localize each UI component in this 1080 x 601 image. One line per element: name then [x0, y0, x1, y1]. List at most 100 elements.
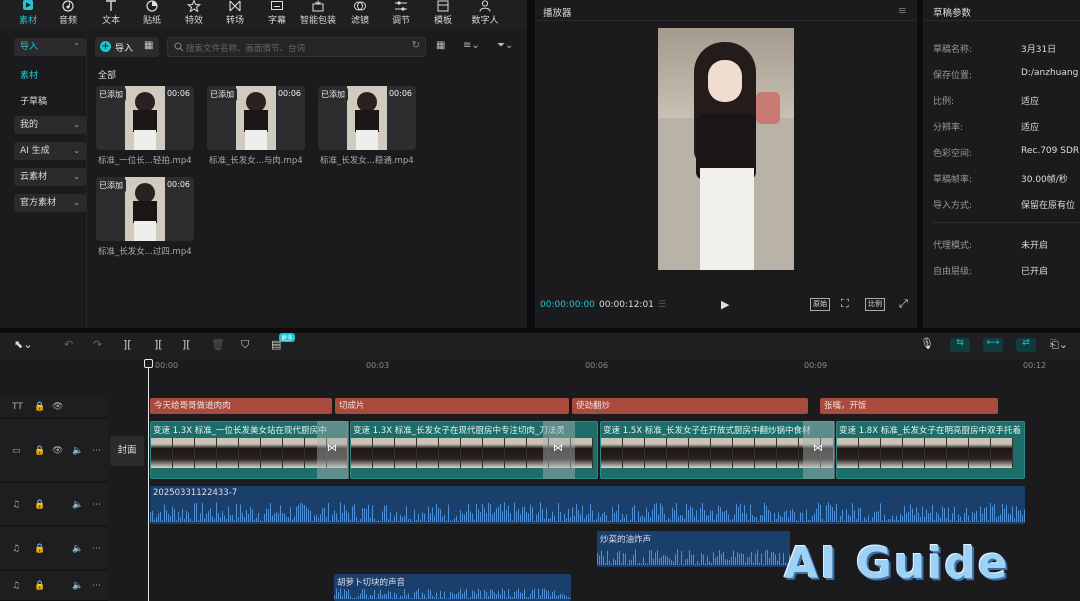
delete-icon[interactable]: 🗑 [211, 338, 225, 351]
sidebar-item-official[interactable]: 官方素材 ⌄ [14, 194, 86, 212]
media-item[interactable]: 已添加 00:06 [318, 86, 416, 150]
search-input[interactable]: 搜索文件名称、画面情节、台词 ↻ [167, 37, 426, 57]
redo-icon[interactable]: ↷ [93, 338, 102, 351]
lock-icon[interactable]: 🔒 [34, 402, 45, 412]
sidebar-item-import[interactable]: 导入 ⌃ [14, 38, 86, 56]
original-button[interactable]: 原始 [810, 298, 830, 311]
grid-view-icon[interactable]: ▦ [436, 40, 445, 51]
eye-icon[interactable]: 👁 [52, 446, 63, 456]
snap-icon[interactable]: ⟷ [983, 338, 1003, 352]
waveform-bar [530, 593, 531, 599]
tab-digital-human[interactable]: 数字人 [465, 0, 505, 30]
text-clip[interactable]: 使劲翻炒 [572, 398, 808, 414]
tab-audio[interactable]: 音频 [48, 0, 88, 30]
video-preview[interactable] [658, 28, 794, 270]
more-icon[interactable]: ⋯ [92, 544, 101, 554]
waveform-bar [498, 590, 499, 599]
cover-button[interactable]: 封面 [110, 436, 144, 466]
text-clip[interactable]: 今天给哥哥做道肉肉 [150, 398, 332, 414]
sidebar-item-media[interactable]: 素材 [20, 68, 38, 81]
preview-axis-icon[interactable]: ⎗⌄ [1050, 338, 1068, 352]
waveform-bar [740, 503, 741, 522]
volume-icon[interactable]: 🔈 [72, 544, 83, 554]
import-button[interactable]: + 导入 ▦ [95, 37, 159, 57]
tab-transition[interactable]: 转场 [215, 0, 255, 30]
link-main-track-icon[interactable]: ⇆ [950, 338, 970, 352]
split-icon[interactable]: ][ [123, 338, 132, 351]
ruler-tick: 00:06 [585, 361, 609, 370]
tab-template[interactable]: 模板 [423, 0, 463, 30]
transition-marker[interactable]: ⋈ [803, 421, 835, 479]
transition-marker[interactable]: ⋈ [317, 421, 349, 479]
timeline-list-icon[interactable]: ☰ [658, 300, 666, 310]
tab-adjust[interactable]: 调节 [381, 0, 421, 30]
linkage-icon[interactable]: ⇄ [1016, 338, 1036, 352]
split-right-icon[interactable]: ][ [182, 338, 191, 351]
tab-smart-pack[interactable]: 智能包装 [298, 0, 338, 30]
eye-icon[interactable]: 👁 [52, 402, 63, 412]
playhead-handle[interactable] [144, 359, 153, 368]
ratio-button[interactable]: 比例 [865, 298, 885, 311]
more-icon[interactable]: ⋯ [92, 446, 101, 456]
waveform-bar [538, 588, 539, 599]
more-icon[interactable]: ⋯ [92, 581, 101, 591]
media-item[interactable]: 已添加 00:06 [96, 177, 194, 241]
sidebar-item-mine[interactable]: 我的 ⌄ [14, 116, 86, 134]
volume-icon[interactable]: 🔈 [72, 581, 83, 591]
waveform-bar [720, 507, 721, 522]
playhead[interactable] [148, 359, 149, 601]
plus-icon: + [100, 41, 111, 52]
sort-icon[interactable]: ≡⌄ [463, 40, 480, 51]
undo-icon[interactable]: ↶ [64, 338, 73, 351]
waveform-bar [478, 508, 479, 522]
menu-icon[interactable]: ≡ [898, 4, 907, 17]
waveform-bar [442, 516, 443, 522]
play-icon[interactable]: ▶ [721, 298, 729, 311]
split-left-icon[interactable]: ][ [154, 338, 163, 351]
lock-icon[interactable]: 🔒 [34, 581, 45, 591]
sidebar-item-ai-gen[interactable]: AI 生成 ⌄ [14, 142, 86, 160]
refresh-icon[interactable]: ↻ [412, 40, 420, 51]
tab-subtitle[interactable]: 字幕 [257, 0, 297, 30]
text-clip[interactable]: 张嘴，开饭 [820, 398, 998, 414]
tab-effects[interactable]: 特效 [174, 0, 214, 30]
sidebar-item-cloud[interactable]: 云素材 ⌄ [14, 168, 86, 186]
waveform-bar [212, 516, 213, 522]
volume-icon[interactable]: 🔈 [72, 500, 83, 510]
shield-icon[interactable]: ⛉ [241, 338, 249, 352]
text-clip[interactable]: 切成片 [335, 398, 569, 414]
waveform-bar [686, 503, 687, 522]
video-clip[interactable]: 变速 1.8X 标准_长发女子在明亮厨房中双手托着 [836, 421, 1025, 479]
select-cursor-icon[interactable]: ⬉⌄ [14, 338, 32, 351]
crop-focus-icon[interactable]: ⛶ [841, 297, 849, 311]
waveform-bar [938, 513, 939, 522]
volume-icon[interactable]: 🔈 [72, 446, 83, 456]
audio-clip[interactable]: 20250331122433-7 [150, 486, 1025, 524]
waveform-bar [695, 564, 696, 565]
lock-icon[interactable]: 🔒 [34, 446, 45, 456]
media-item-name: 标准_一位长...轻拍.mp4 [98, 156, 192, 166]
transition-marker[interactable]: ⋈ [543, 421, 575, 479]
audio-clip[interactable]: 炒菜的油炸声 [597, 531, 790, 567]
video-clip[interactable]: 变速 1.5X 标准_长发女子在开放式厨房中翻炒锅中食材 [600, 421, 834, 479]
tab-media[interactable]: 素材 [8, 0, 48, 30]
waveform-bar [266, 508, 267, 522]
tab-filter[interactable]: 滤镜 [340, 0, 380, 30]
time-ruler[interactable]: 00:00 00:03 00:06 00:09 00:12 [108, 359, 1080, 373]
tab-sticker[interactable]: 贴纸 [132, 0, 172, 30]
waveform-bar [1016, 506, 1017, 522]
waveform-bar [352, 598, 353, 599]
waveform-bar [420, 519, 421, 522]
fullscreen-icon[interactable]: ⤢ [899, 297, 908, 311]
tab-text[interactable]: 文本 [91, 0, 131, 30]
filter-funnel-icon[interactable]: ⏷⌄ [497, 40, 513, 51]
waveform-bar [488, 502, 489, 522]
audio-clip[interactable]: 胡萝卜切块的声音 [334, 574, 571, 601]
media-item[interactable]: 已添加 00:06 [96, 86, 194, 150]
microphone-icon[interactable]: 🎙 [920, 337, 934, 350]
lock-icon[interactable]: 🔒 [34, 544, 45, 554]
lock-icon[interactable]: 🔒 [34, 500, 45, 510]
more-icon[interactable]: ⋯ [92, 500, 101, 510]
sidebar-item-sub-draft[interactable]: 子草稿 [20, 94, 47, 107]
media-item[interactable]: 已添加 00:06 [207, 86, 305, 150]
